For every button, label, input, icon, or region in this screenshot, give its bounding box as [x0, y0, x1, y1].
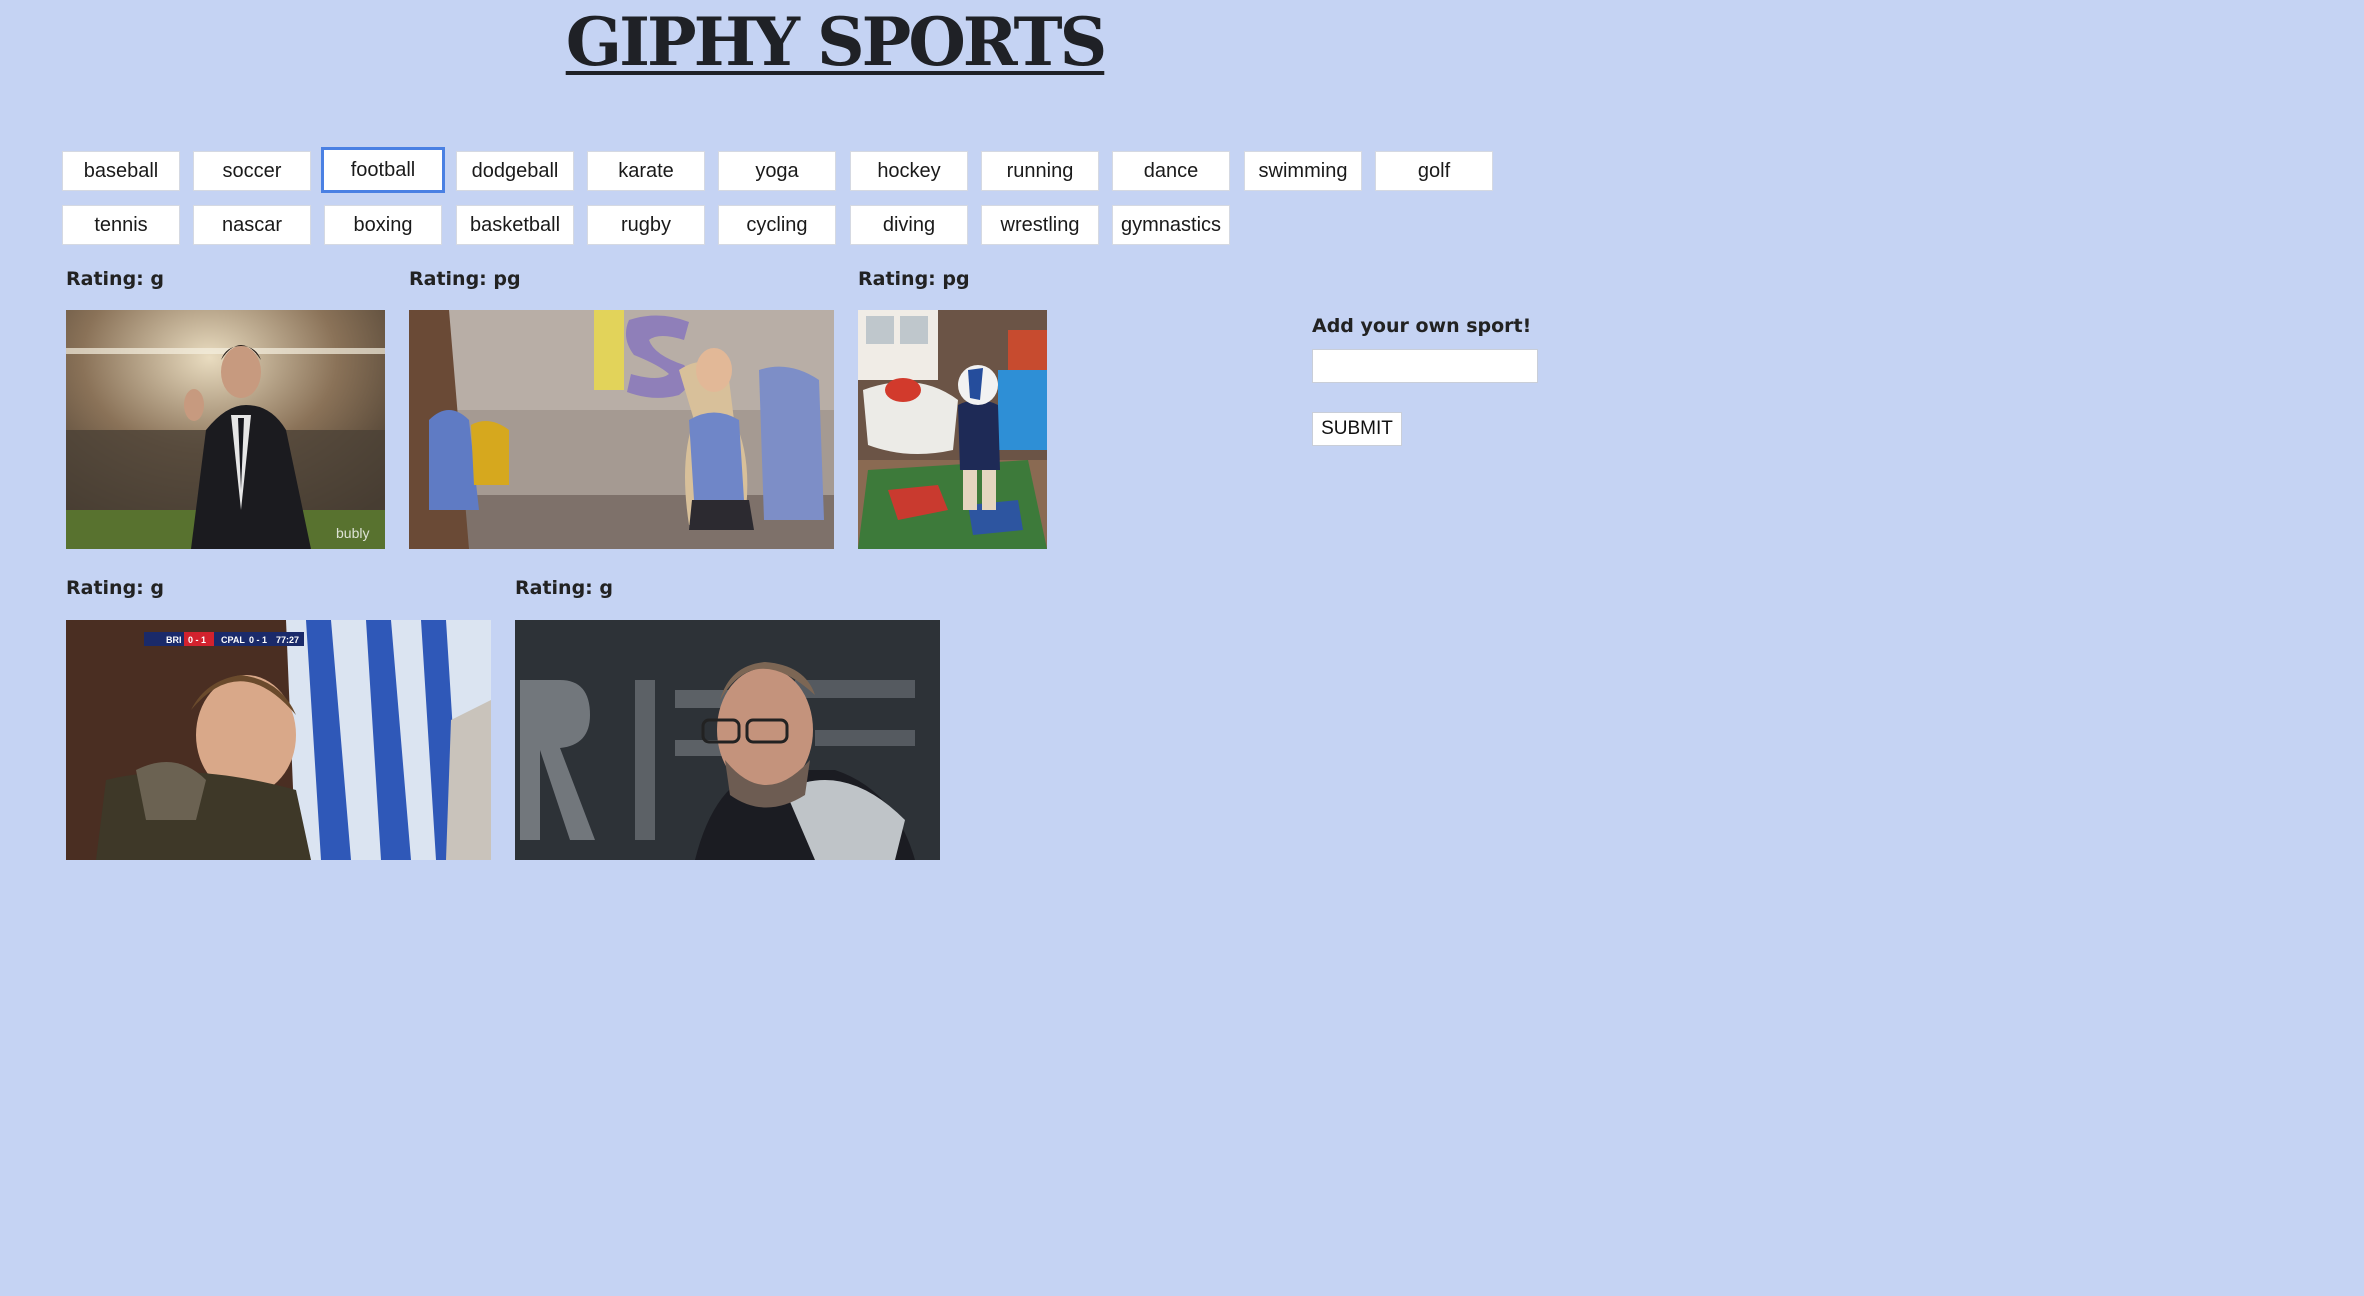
sport-button-tennis[interactable]: tennis [62, 205, 180, 245]
submit-button[interactable]: SUBMIT [1312, 412, 1402, 446]
sport-button-dodgeball[interactable]: dodgeball [456, 151, 574, 191]
gif-image[interactable] [409, 310, 834, 549]
sport-button-rugby[interactable]: rugby [587, 205, 705, 245]
sport-button-swimming[interactable]: swimming [1244, 151, 1362, 191]
gif-image[interactable]: BRI 0 - 1 CPAL 0 - 1 77:27 [66, 620, 491, 860]
sport-button-running[interactable]: running [981, 151, 1099, 191]
scorebug-score-b: 0 - 1 [249, 635, 267, 645]
gif-image[interactable] [858, 310, 1047, 549]
add-sport-input[interactable] [1312, 349, 1538, 383]
sport-button-gymnastics[interactable]: gymnastics [1112, 205, 1230, 245]
gif-rating: Rating: g [66, 268, 164, 290]
gif-rating: Rating: g [515, 577, 613, 599]
sport-button-soccer[interactable]: soccer [193, 151, 311, 191]
sport-button-football[interactable]: football [321, 147, 445, 193]
scorebug-clock: 77:27 [276, 635, 299, 645]
sport-button-dance[interactable]: dance [1112, 151, 1230, 191]
sport-button-cycling[interactable]: cycling [718, 205, 836, 245]
scorebug-score-a: 0 - 1 [188, 635, 206, 645]
sport-button-hockey[interactable]: hockey [850, 151, 968, 191]
add-sport-label: Add your own sport! [1312, 315, 1532, 337]
gif-rating: Rating: pg [858, 268, 970, 290]
gif-rating: Rating: g [66, 577, 164, 599]
sport-button-karate[interactable]: karate [587, 151, 705, 191]
sport-button-golf[interactable]: golf [1375, 151, 1493, 191]
scorebug-team-a: BRI [166, 635, 182, 645]
sport-button-diving[interactable]: diving [850, 205, 968, 245]
sport-button-nascar[interactable]: nascar [193, 205, 311, 245]
gif-rating: Rating: pg [409, 268, 521, 290]
sport-button-wrestling[interactable]: wrestling [981, 205, 1099, 245]
sport-button-basketball[interactable]: basketball [456, 205, 574, 245]
sport-button-yoga[interactable]: yoga [718, 151, 836, 191]
gif-watermark: bubly [336, 525, 369, 541]
page-title: GIPHY SPORTS [565, 3, 1108, 81]
sport-button-boxing[interactable]: boxing [324, 205, 442, 245]
gif-image[interactable]: bubly [66, 310, 385, 549]
sport-button-baseball[interactable]: baseball [62, 151, 180, 191]
gif-image[interactable] [515, 620, 940, 860]
scorebug-team-b: CPAL [221, 635, 245, 645]
